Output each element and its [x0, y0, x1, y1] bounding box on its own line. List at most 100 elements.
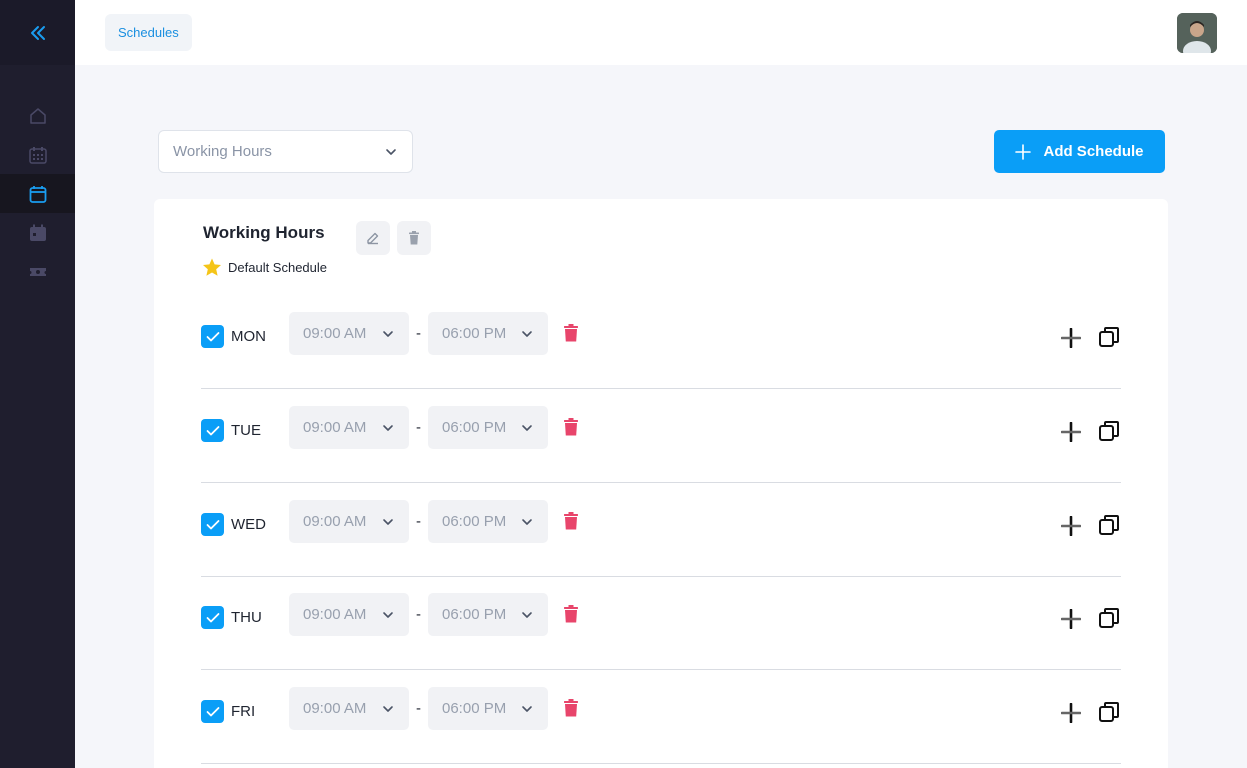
check-icon [206, 331, 219, 341]
copy-icon[interactable] [1098, 514, 1120, 536]
collapse-sidebar-button[interactable] [23, 18, 53, 48]
start-time-value: 09:00 AM [303, 513, 367, 530]
end-time-value: 06:00 PM [442, 700, 507, 717]
start-time-select[interactable]: 09:00 AM [289, 687, 409, 730]
day-checkbox[interactable] [201, 606, 224, 629]
copy-icon[interactable] [1098, 607, 1120, 629]
delete-schedule-button[interactable] [397, 221, 431, 255]
plus-icon[interactable] [1061, 609, 1081, 629]
check-icon [206, 706, 219, 716]
day-checkbox[interactable] [201, 700, 224, 723]
home-icon [29, 107, 46, 124]
chevron-down-icon [386, 148, 396, 155]
star-icon [203, 258, 221, 276]
start-time-value: 09:00 AM [303, 606, 367, 623]
default-schedule-label: Default Schedule [228, 260, 328, 275]
ticket-icon [29, 267, 46, 276]
edit-icon [367, 232, 379, 245]
schedule-card: Working Hours Default Schedule MON 09:00… [154, 199, 1168, 768]
calendar-icon [29, 185, 46, 203]
chevron-down-icon [522, 330, 532, 337]
start-time-value: 09:00 AM [303, 325, 367, 342]
day-checkbox[interactable] [201, 325, 224, 348]
start-time-select[interactable]: 09:00 AM [289, 312, 409, 355]
day-row-thu: THU 09:00 AM - 06:00 PM [201, 576, 1121, 670]
chevron-down-icon [383, 518, 393, 525]
add-schedule-button[interactable]: Add Schedule [994, 130, 1165, 173]
plus-icon[interactable] [1061, 328, 1081, 348]
chevron-down-icon [383, 330, 393, 337]
add-schedule-label: Add Schedule [1043, 143, 1144, 160]
day-row-tue: TUE 09:00 AM - 06:00 PM [201, 389, 1121, 483]
end-time-select[interactable]: 06:00 PM [428, 406, 548, 449]
day-checkbox[interactable] [201, 513, 224, 536]
chevron-down-icon [522, 705, 532, 712]
end-time-select[interactable]: 06:00 PM [428, 593, 548, 636]
end-time-value: 06:00 PM [442, 606, 507, 623]
day-label: TUE [231, 422, 261, 439]
plus-icon [1015, 143, 1032, 160]
calendar-grid-icon [28, 146, 47, 164]
schedule-select-value: Working Hours [173, 143, 272, 160]
trash-icon [564, 605, 578, 623]
end-time-select[interactable]: 06:00 PM [428, 500, 548, 543]
day-row-fri: FRI 09:00 AM - 06:00 PM [201, 670, 1121, 764]
check-icon [206, 425, 219, 435]
start-time-select[interactable]: 09:00 AM [289, 500, 409, 543]
remove-slot-button[interactable] [563, 323, 579, 343]
copy-icon[interactable] [1098, 701, 1120, 723]
plus-icon[interactable] [1061, 422, 1081, 442]
sidebar-item-home[interactable] [0, 96, 75, 135]
day-checkbox[interactable] [201, 419, 224, 442]
top-bar: Schedules [75, 0, 1247, 65]
chevron-down-icon [522, 518, 532, 525]
time-separator: - [416, 606, 421, 623]
day-label: WED [231, 516, 266, 533]
check-icon [206, 519, 219, 529]
end-time-select[interactable]: 06:00 PM [428, 687, 548, 730]
avatar[interactable] [1177, 13, 1217, 53]
start-time-value: 09:00 AM [303, 700, 367, 717]
remove-slot-button[interactable] [563, 417, 579, 437]
day-row-wed: WED 09:00 AM - 06:00 PM [201, 483, 1121, 577]
sidebar-item-bookings[interactable] [0, 213, 75, 252]
chevron-down-icon [522, 611, 532, 618]
sidebar-item-payments[interactable] [0, 252, 75, 291]
end-time-value: 06:00 PM [442, 513, 507, 530]
calendar-filled-icon [29, 224, 46, 241]
end-time-select[interactable]: 06:00 PM [428, 312, 548, 355]
trash-icon [564, 418, 578, 436]
copy-icon[interactable] [1098, 326, 1120, 348]
time-separator: - [416, 419, 421, 436]
check-icon [206, 612, 219, 622]
end-time-value: 06:00 PM [442, 419, 507, 436]
copy-icon[interactable] [1098, 420, 1120, 442]
remove-slot-button[interactable] [563, 698, 579, 718]
day-label: MON [231, 328, 266, 345]
schedule-select[interactable]: Working Hours [158, 130, 413, 173]
end-time-value: 06:00 PM [442, 325, 507, 342]
trash-icon [409, 231, 419, 245]
chevron-down-icon [383, 424, 393, 431]
plus-icon[interactable] [1061, 703, 1081, 723]
plus-icon[interactable] [1061, 516, 1081, 536]
trash-icon [564, 699, 578, 717]
default-schedule-indicator: Default Schedule [202, 258, 327, 277]
day-label: FRI [231, 703, 256, 720]
trash-icon [564, 512, 578, 530]
remove-slot-button[interactable] [563, 511, 579, 531]
edit-schedule-button[interactable] [356, 221, 390, 255]
day-row-mon: MON 09:00 AM - 06:00 PM [201, 295, 1121, 389]
day-label: THU [231, 609, 262, 626]
sidebar-item-calendar[interactable] [0, 135, 75, 174]
time-separator: - [416, 700, 421, 717]
start-time-select[interactable]: 09:00 AM [289, 406, 409, 449]
start-time-select[interactable]: 09:00 AM [289, 593, 409, 636]
remove-slot-button[interactable] [563, 604, 579, 624]
trash-icon [564, 324, 578, 342]
row-divider [201, 763, 1121, 764]
breadcrumb-schedules[interactable]: Schedules [105, 14, 192, 51]
time-separator: - [416, 513, 421, 530]
sidebar-item-schedules[interactable] [0, 174, 75, 213]
start-time-value: 09:00 AM [303, 419, 367, 436]
